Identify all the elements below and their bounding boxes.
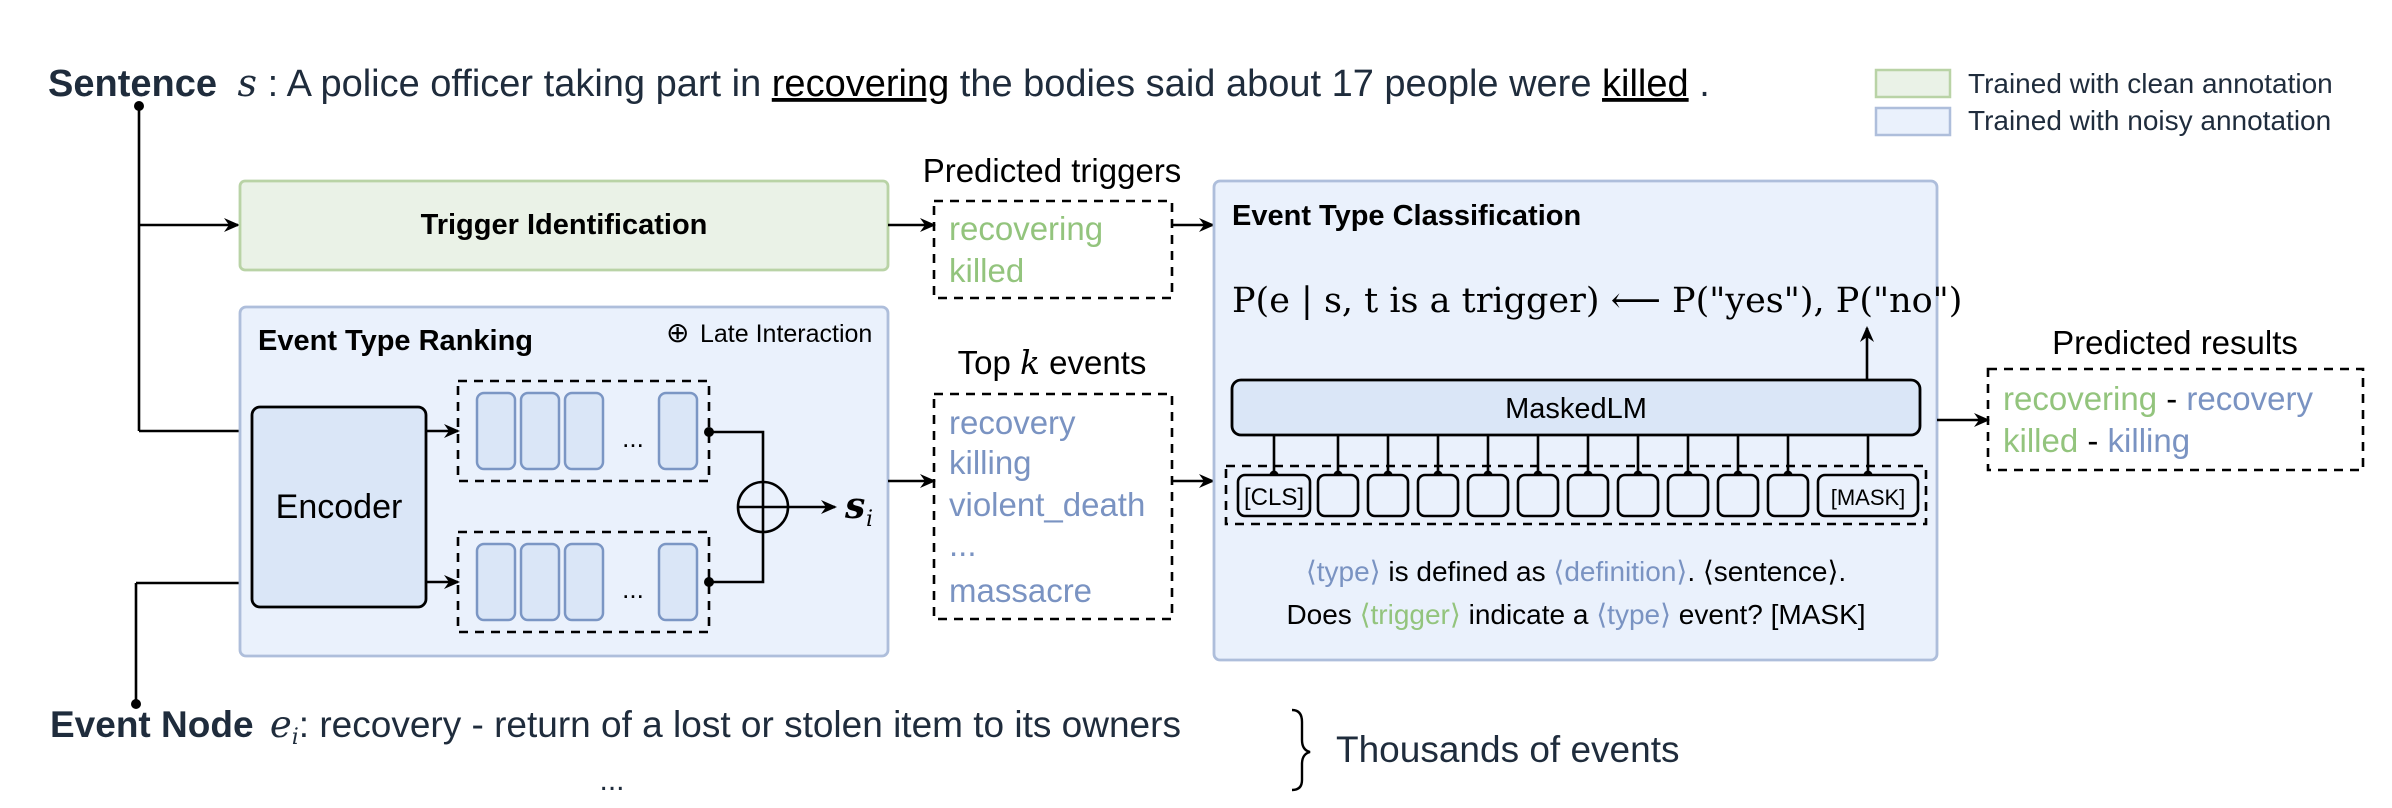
event-type-ranking-title: Event Type Ranking xyxy=(258,325,533,357)
cls-token-label: [CLS] xyxy=(1244,484,1304,511)
event-node-subscript: i xyxy=(292,725,299,750)
top-k-title: Top k events xyxy=(958,343,1147,382)
sentence-connector xyxy=(134,101,252,433)
embedding-cell xyxy=(519,542,561,622)
pipeline-diagram: Sentence s : A police officer taking par… xyxy=(48,61,2365,797)
event-node-text: recovery - return of a lost or stolen it… xyxy=(319,704,1181,745)
legend-swatch-noisy xyxy=(1874,106,1952,137)
event-type-classification-box: Event Type Classification P(e | s, t is … xyxy=(1212,179,1962,662)
legend: Trained with clean annotation Trained wi… xyxy=(1874,68,2333,137)
token xyxy=(1416,473,1460,518)
sentence-symbol: s xyxy=(238,61,258,105)
sentence-label: Sentence xyxy=(48,63,217,105)
mask-token-label: [MASK] xyxy=(1831,485,1906,510)
embedding-ellipsis: ... xyxy=(622,574,644,604)
embedding-cell xyxy=(657,391,699,471)
right-brace-icon xyxy=(1291,708,1311,792)
score-symbol: s xyxy=(844,485,865,527)
sentence-colon: : xyxy=(268,63,287,105)
sentence-prefix: A police officer taking part in xyxy=(287,63,772,105)
formula-arrow-icon: ⟵ xyxy=(1611,281,1661,321)
sentence-trigger-recovering: recovering xyxy=(772,63,949,105)
sentence-line: Sentence s : A police officer taking par… xyxy=(48,61,1710,105)
predicted-results-title: Predicted results xyxy=(2052,324,2298,361)
event-node-ellipsis: ... xyxy=(599,764,624,797)
token xyxy=(1566,473,1610,518)
classification-title: Event Type Classification xyxy=(1232,200,1581,232)
token xyxy=(1616,473,1660,518)
top-k-item: recovery xyxy=(949,404,1076,441)
embedding-cell xyxy=(519,391,561,471)
sentence-suffix: . xyxy=(1699,63,1710,105)
embedding-cell xyxy=(475,542,517,622)
sentence-middle: the bodies said about 17 people were xyxy=(960,63,1602,105)
top-k-item: violent_death xyxy=(949,486,1145,523)
event-node-connector xyxy=(131,581,252,709)
predicted-result-row: recovering - recovery xyxy=(2003,380,2313,417)
token xyxy=(1766,473,1810,518)
token xyxy=(1316,473,1360,518)
token xyxy=(1666,473,1710,518)
token xyxy=(1466,473,1510,518)
event-node-label: Event Node xyxy=(50,704,254,745)
probability-formula: P(e | s, t is a trigger) ⟵ P("yes"), P("… xyxy=(1232,281,1962,321)
event-type-ranking-box: Event Type Ranking ⊕ Late Interaction En… xyxy=(238,305,890,658)
sentence-trigger-killed: killed xyxy=(1602,63,1689,105)
embedding-cell xyxy=(475,391,517,471)
trigger-identification-box: Trigger Identification xyxy=(238,179,890,272)
embedding-cell xyxy=(563,542,605,622)
embedding-ellipsis: ... xyxy=(622,423,644,453)
event-node-colon: : xyxy=(299,704,320,745)
predicted-trigger-item: killed xyxy=(949,252,1024,289)
top-k-item: massacre xyxy=(949,572,1092,609)
token xyxy=(1716,473,1760,518)
predicted-trigger-item: recovering xyxy=(949,210,1103,247)
formula-left: P(e | s, t is a trigger) xyxy=(1232,281,1600,321)
top-k-item: killing xyxy=(949,444,1032,481)
prompt-template-line1: ⟨type⟩ is defined as ⟨definition⟩. ⟨sent… xyxy=(1306,556,1846,587)
token xyxy=(1366,473,1410,518)
maskedlm-label: MaskedLM xyxy=(1505,393,1647,425)
event-node-symbol: e xyxy=(270,703,292,746)
predicted-result-row: killed - killing xyxy=(2003,422,2190,459)
late-interaction-label: Late Interaction xyxy=(700,320,872,348)
legend-label-noisy: Trained with noisy annotation xyxy=(1968,105,2331,136)
top-k-item: ... xyxy=(949,526,977,563)
embedding-cell xyxy=(657,542,699,622)
event-node-line: Event Node ei: recovery - return of a lo… xyxy=(50,703,1181,750)
late-interaction-symbol-icon: ⊕ xyxy=(666,317,689,348)
legend-swatch-clean xyxy=(1874,68,1952,99)
legend-label-clean: Trained with clean annotation xyxy=(1968,68,2333,99)
score-subscript: i xyxy=(866,507,873,532)
token xyxy=(1516,473,1560,518)
event-embeddings: ... xyxy=(456,530,711,634)
encoder-label: Encoder xyxy=(276,488,403,526)
trigger-identification-title: Trigger Identification xyxy=(421,209,708,241)
predicted-triggers-title: Predicted triggers xyxy=(923,152,1182,189)
thousands-of-events-label: Thousands of events xyxy=(1336,729,1680,770)
embedding-cell xyxy=(563,391,605,471)
sentence-embeddings: ... xyxy=(456,379,711,483)
prompt-template-line2: Does ⟨trigger⟩ indicate a ⟨type⟩ event? … xyxy=(1286,599,1865,630)
formula-right: P("yes"), P("no") xyxy=(1672,281,1962,321)
